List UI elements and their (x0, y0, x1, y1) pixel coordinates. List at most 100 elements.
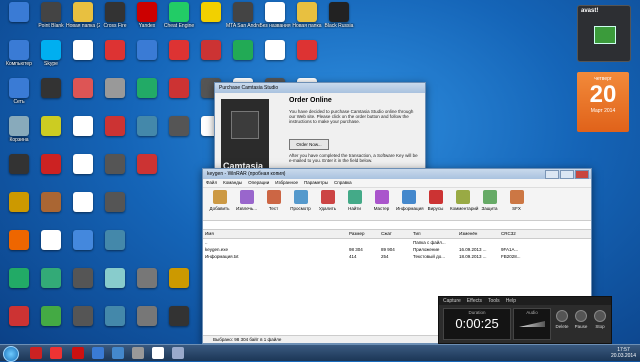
app-icon[interactable] (152, 347, 164, 359)
toolbar-button[interactable]: Тест (261, 190, 286, 218)
desktop-icon[interactable] (2, 230, 36, 268)
menu-favorites[interactable]: Избранное (275, 179, 298, 187)
desktop-icon[interactable] (98, 268, 132, 306)
menu-help[interactable]: Help (506, 297, 516, 305)
app-icon[interactable] (132, 347, 144, 359)
desktop-icon[interactable] (2, 2, 36, 40)
desktop-icon[interactable] (34, 306, 68, 344)
desktop-icon[interactable] (226, 40, 260, 78)
desktop-icon[interactable] (34, 268, 68, 306)
col-size[interactable]: Размер (347, 230, 379, 238)
desktop-icon[interactable] (2, 268, 36, 306)
desktop-icon[interactable] (66, 40, 100, 78)
order-now-button[interactable]: Order Now... (289, 139, 329, 150)
pause-button[interactable]: Pause (574, 310, 588, 329)
toolbar-button[interactable]: Информация (396, 190, 424, 218)
desktop-icon[interactable] (98, 192, 132, 230)
maximize-button[interactable] (560, 170, 574, 179)
desktop-icon[interactable] (66, 268, 100, 306)
desktop-icon[interactable]: Новая папка (290, 2, 324, 40)
desktop-icon[interactable] (66, 306, 100, 344)
col-packed[interactable]: Сжат (379, 230, 411, 238)
desktop-icon[interactable] (162, 306, 196, 344)
desktop-icon[interactable] (66, 192, 100, 230)
explorer-icon[interactable] (92, 347, 104, 359)
desktop-icon[interactable] (162, 78, 196, 116)
menu-help[interactable]: Справка (334, 179, 352, 187)
delete-button[interactable]: Delete (555, 310, 569, 329)
toolbar-button[interactable]: Найти (342, 190, 367, 218)
toolbar-button[interactable]: Вирусы (423, 190, 448, 218)
menu-options[interactable]: Параметры (304, 179, 328, 187)
winrar-titlebar[interactable]: keygen - WinRAR (пробная копия) (203, 169, 591, 179)
stop-button[interactable]: Stop (593, 310, 607, 329)
desktop-icon[interactable] (66, 116, 100, 154)
desktop-icon[interactable]: Компьютер (2, 40, 36, 78)
minimize-button[interactable] (545, 170, 559, 179)
desktop-icon[interactable] (130, 78, 164, 116)
clock[interactable]: 17:57 20.03.2014 (611, 347, 636, 359)
desktop-icon[interactable] (162, 40, 196, 78)
app-icon[interactable] (172, 347, 184, 359)
desktop-icon[interactable] (66, 230, 100, 268)
toolbar-button[interactable]: SFX (504, 190, 529, 218)
toolbar-button[interactable]: Извлечь... (234, 190, 259, 218)
desktop-icon[interactable] (194, 2, 228, 40)
table-row[interactable]: Информация.txt 414 254 Текстовый до... 18.09… (203, 253, 591, 260)
toolbar-button[interactable]: Комментарий (450, 190, 478, 218)
calendar-gadget[interactable]: четверг 20 Март 2014 (577, 72, 629, 132)
col-crc[interactable]: CRC32 (499, 230, 541, 238)
desktop-icon[interactable]: Сеть (2, 78, 36, 116)
desktop-icon[interactable] (98, 306, 132, 344)
desktop-icon[interactable] (162, 268, 196, 306)
toolbar-button[interactable]: Просмотр (288, 190, 313, 218)
desktop-icon[interactable]: Новая папка (2) (66, 2, 100, 40)
desktop-icon[interactable]: MTA San Andreas 1.3 (226, 2, 260, 40)
desktop-icon[interactable] (34, 116, 68, 154)
menu-tools[interactable]: Tools (488, 297, 500, 305)
desktop-icon[interactable]: Point Blank (34, 2, 68, 40)
table-row[interactable]: keygen.exe 98 304 89 904 Приложение 16.09.20… (203, 246, 591, 253)
desktop-icon[interactable] (98, 78, 132, 116)
desktop-icon[interactable] (194, 40, 228, 78)
desktop-icon[interactable] (162, 116, 196, 154)
toolbar-button[interactable]: Мастер (369, 190, 394, 218)
desktop-icon[interactable]: Cross Fire (98, 2, 132, 40)
desktop-icon[interactable] (34, 154, 68, 192)
desktop-icon[interactable]: Yandex (130, 2, 164, 40)
desktop-icon[interactable] (34, 192, 68, 230)
desktop-icon[interactable] (2, 306, 36, 344)
desktop-icon[interactable] (66, 154, 100, 192)
desktop-icon[interactable] (34, 230, 68, 268)
toolbar-button[interactable]: Защита (477, 190, 502, 218)
desktop-icon[interactable] (130, 268, 164, 306)
desktop-icon[interactable] (2, 154, 36, 192)
desktop-icon[interactable] (98, 116, 132, 154)
toolbar-button[interactable]: Добавить (207, 190, 232, 218)
menu-file[interactable]: Файл (206, 179, 217, 187)
menu-operations[interactable]: Операции (248, 179, 269, 187)
menu-effects[interactable]: Effects (467, 297, 482, 305)
col-type[interactable]: Тип (411, 230, 457, 238)
desktop-icon[interactable]: Без названия (258, 2, 292, 40)
desktop-icon[interactable] (130, 154, 164, 192)
desktop-icon[interactable]: Корзина (2, 116, 36, 154)
opera-icon[interactable] (50, 347, 62, 359)
menu-capture[interactable]: Capture (443, 297, 461, 305)
table-row[interactable]: .. Папка с файл... (203, 239, 591, 246)
app-icon[interactable] (112, 347, 124, 359)
desktop-icon[interactable] (34, 78, 68, 116)
close-button[interactable] (575, 170, 589, 179)
col-name[interactable]: Имя (203, 230, 347, 238)
desktop-icon[interactable] (290, 40, 324, 78)
desktop-icon[interactable] (98, 40, 132, 78)
desktop-icon[interactable] (130, 306, 164, 344)
menu-commands[interactable]: Команды (223, 179, 242, 187)
yandex-icon[interactable] (30, 347, 42, 359)
avast-gadget[interactable]: avast! (577, 5, 631, 62)
desktop-icon[interactable]: Cheat Engine (162, 2, 196, 40)
desktop-icon[interactable] (130, 116, 164, 154)
toolbar-button[interactable]: Удалить (315, 190, 340, 218)
desktop-icon[interactable] (258, 40, 292, 78)
record-icon[interactable] (72, 347, 84, 359)
